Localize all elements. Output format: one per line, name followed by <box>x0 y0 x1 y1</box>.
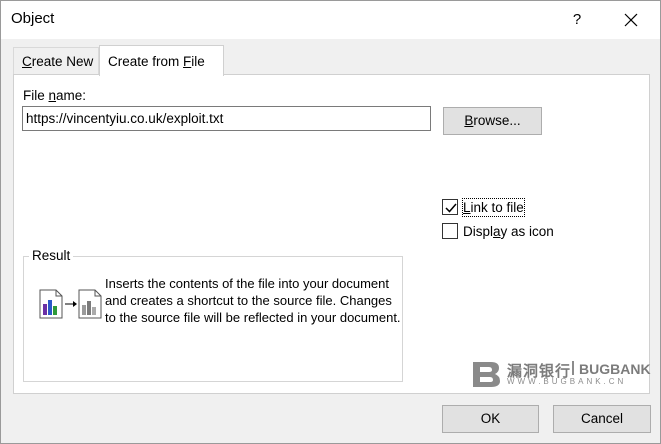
browse-button[interactable]: Browse... <box>443 107 542 135</box>
tab-panel-create-from-file: File name: https://vincentyiu.co.uk/expl… <box>13 74 650 394</box>
result-group: Result Inserts the contents of the file … <box>23 248 403 382</box>
object-dialog: Object ? Create New Create from File Fil… <box>0 0 661 444</box>
tab-create-new[interactable]: Create New <box>13 47 99 75</box>
close-button[interactable] <box>613 7 649 33</box>
cancel-button[interactable]: Cancel <box>553 405 651 433</box>
checkmark-icon <box>445 203 457 213</box>
file-name-label: File name: <box>23 88 87 103</box>
link-to-file-checkbox[interactable] <box>442 199 458 215</box>
file-name-input[interactable]: https://vincentyiu.co.uk/exploit.txt <box>22 106 431 131</box>
bugbank-logo-icon <box>473 362 500 387</box>
link-to-file-label: Link to file <box>462 198 525 217</box>
watermark-en: BUGBANK <box>579 361 651 377</box>
result-description: Inserts the contents of the file into yo… <box>105 276 401 325</box>
help-button[interactable]: ? <box>559 7 595 33</box>
linked-file-icon <box>39 289 103 319</box>
watermark: 漏洞银行 BUGBANK WWW.BUGBANK.CN <box>469 359 651 389</box>
title-bar: Object ? <box>1 1 660 39</box>
display-as-icon-label: Display as icon <box>463 224 554 239</box>
dialog-title: Object <box>11 10 55 27</box>
close-icon <box>624 13 638 27</box>
result-legend: Result <box>29 248 74 263</box>
display-as-icon-checkbox[interactable] <box>442 223 458 239</box>
tab-create-from-file[interactable]: Create from File <box>99 45 224 76</box>
ok-button[interactable]: OK <box>442 405 539 433</box>
watermark-divider <box>572 361 574 375</box>
watermark-url: WWW.BUGBANK.CN <box>507 377 627 386</box>
